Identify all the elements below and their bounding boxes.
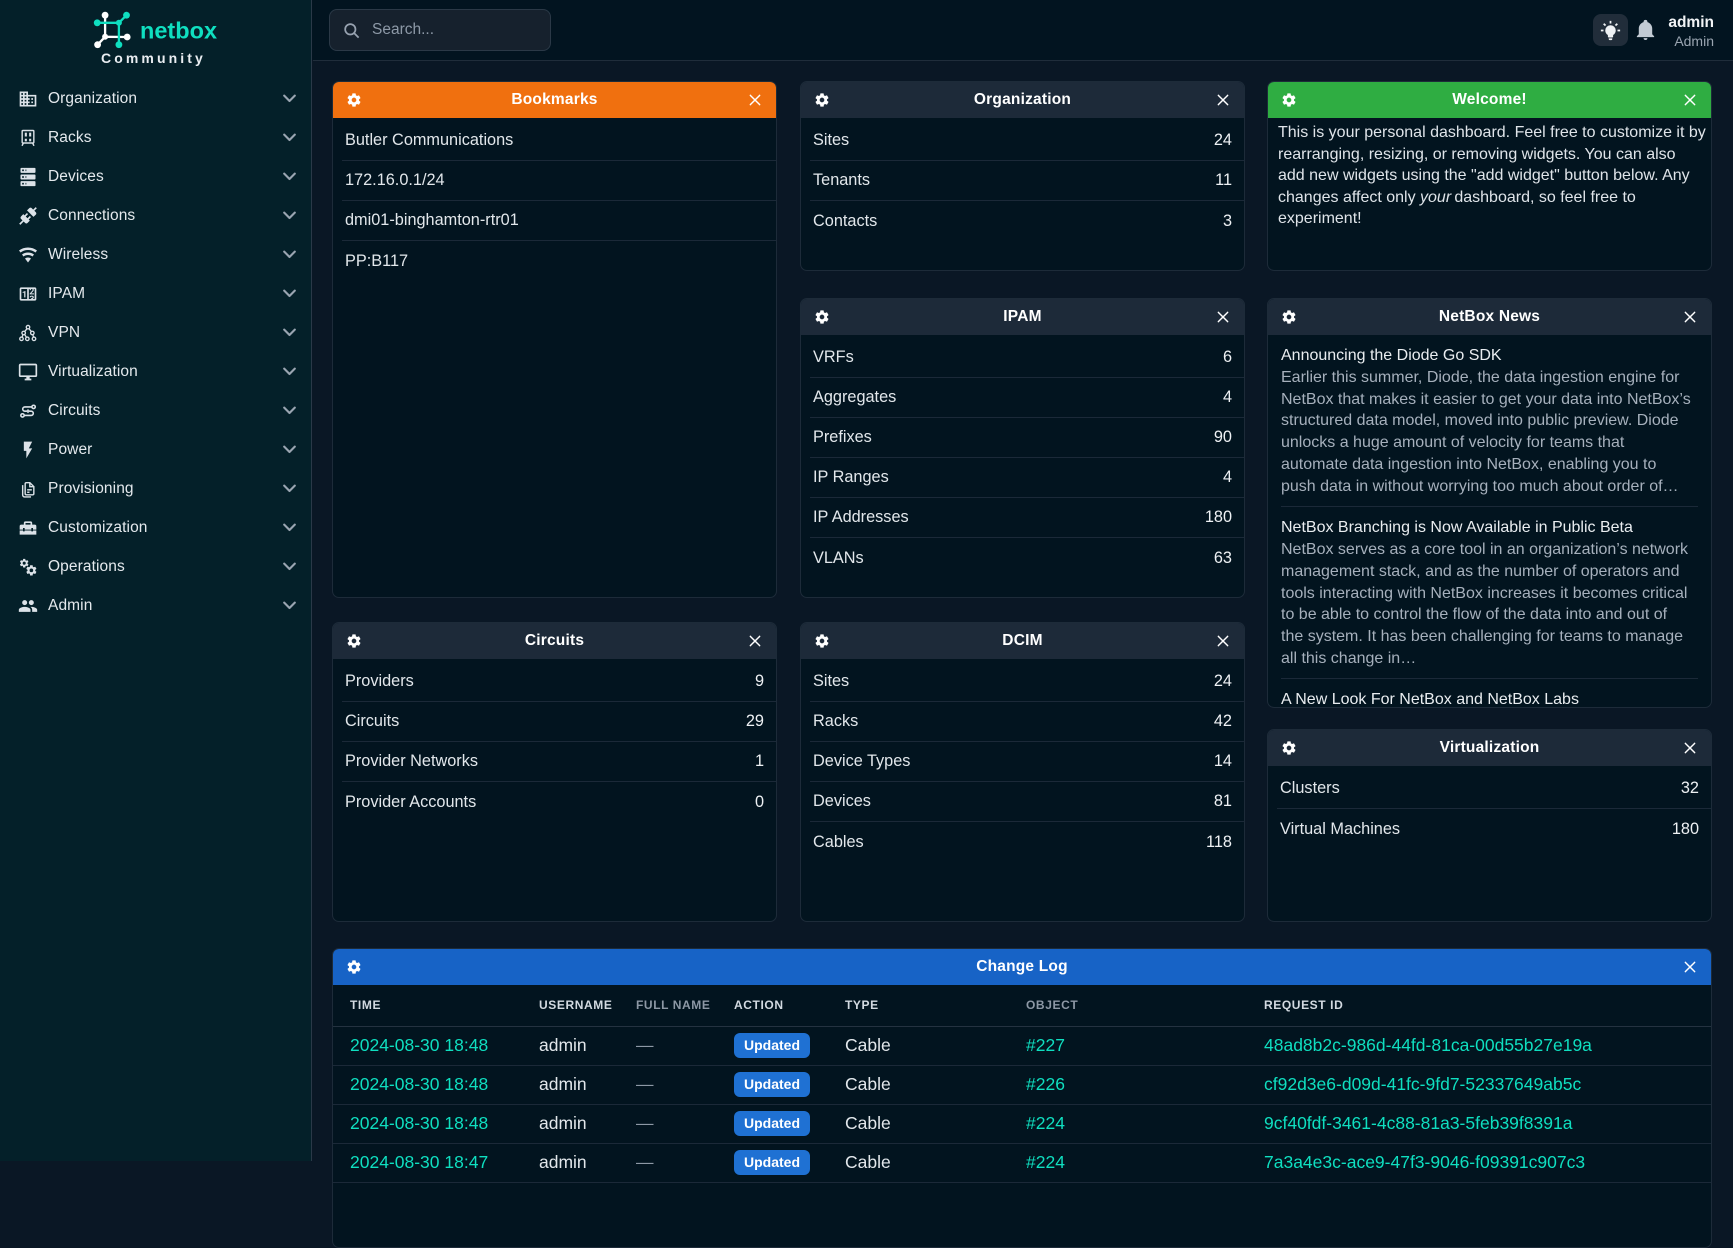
svg-text:netbox: netbox [140, 18, 217, 44]
